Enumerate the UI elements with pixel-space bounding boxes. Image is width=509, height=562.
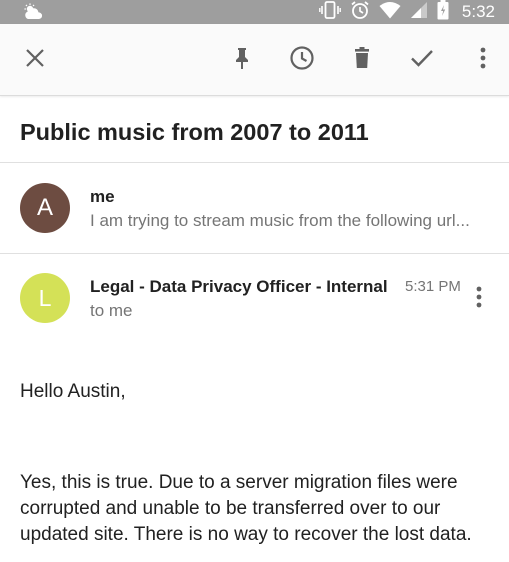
done-icon bbox=[409, 46, 435, 75]
done-button[interactable] bbox=[398, 36, 446, 84]
sender-name[interactable]: Legal - Data Privacy Officer - Internal bbox=[90, 277, 388, 297]
signal-icon bbox=[410, 1, 428, 24]
delete-button[interactable] bbox=[338, 36, 386, 84]
pin-button[interactable] bbox=[218, 36, 266, 84]
more-options-button[interactable] bbox=[459, 36, 507, 84]
more-vert-icon bbox=[475, 285, 483, 314]
message-more-button[interactable] bbox=[464, 282, 494, 316]
pin-icon bbox=[230, 46, 254, 75]
more-vert-icon bbox=[479, 46, 487, 75]
snooze-icon bbox=[289, 45, 315, 76]
message-greeting: Hello Austin, bbox=[20, 381, 126, 402]
avatar[interactable]: L bbox=[20, 273, 70, 323]
wifi-icon bbox=[379, 1, 401, 24]
message-body: Yes, this is true. Due to a server migra… bbox=[20, 472, 472, 545]
thread-subject: Public music from 2007 to 2011 bbox=[20, 119, 369, 145]
toolbar bbox=[0, 24, 509, 96]
alarm-icon bbox=[350, 0, 370, 25]
vibrate-icon bbox=[319, 0, 341, 24]
recipient-label[interactable]: to me bbox=[90, 301, 133, 321]
message-snippet: I am trying to stream music from the fol… bbox=[90, 211, 470, 230]
avatar: A bbox=[20, 183, 70, 233]
status-bar: 5:32 bbox=[0, 0, 509, 24]
subject-header: Public music from 2007 to 2011 bbox=[0, 97, 509, 163]
battery-icon bbox=[437, 0, 449, 25]
sender-name: me bbox=[90, 187, 115, 206]
delete-icon bbox=[350, 46, 374, 75]
close-icon bbox=[23, 46, 47, 75]
close-button[interactable] bbox=[11, 36, 59, 84]
message-time: 5:31 PM bbox=[405, 278, 461, 295]
snooze-button[interactable] bbox=[278, 36, 326, 84]
weather-icon bbox=[22, 3, 46, 21]
status-time: 5:32 bbox=[461, 2, 495, 21]
collapsed-message[interactable]: A me I am trying to stream music from th… bbox=[0, 163, 509, 254]
